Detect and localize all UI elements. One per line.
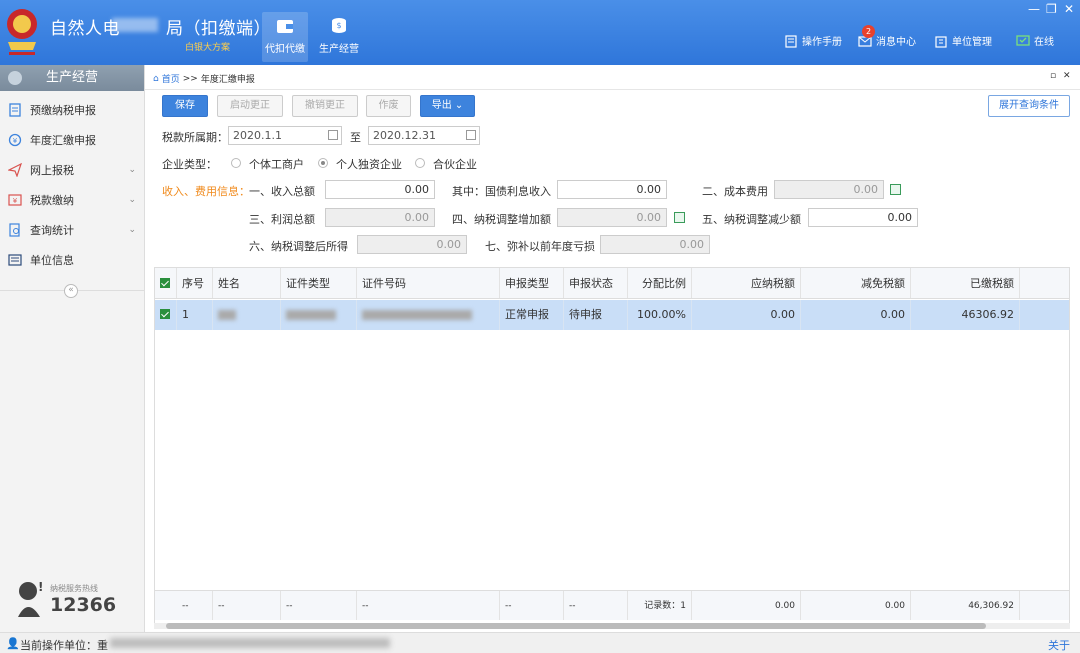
tax-pay-icon: ¥ (8, 194, 22, 206)
chevron-down-icon: ⌄ (128, 225, 136, 235)
decrease-input[interactable]: 0.00 (808, 208, 918, 227)
send-icon (8, 163, 22, 177)
sidebar-item-annual[interactable]: ¥ 年度汇缴申报 (0, 125, 144, 155)
redacted-unit (110, 638, 390, 648)
manual-link[interactable]: 操作手册 (784, 33, 842, 48)
yuan-circle-icon: ¥ (8, 133, 22, 147)
period-from-input[interactable]: 2020.1.1 (228, 126, 342, 145)
app-title: 自然人电 局（扣缴端） (50, 19, 271, 39)
user-icon: 👤 (6, 637, 20, 650)
restore-icon[interactable]: ❐ (1046, 2, 1057, 16)
panel-restore-icon[interactable]: ▫ (1050, 71, 1056, 81)
enterprise-type-label: 企业类型： (162, 158, 217, 171)
chevron-down-icon: ⌄ (128, 195, 136, 205)
unit-management-link[interactable]: 单位管理 (934, 33, 992, 48)
table-footer: -- -- -- -- -- -- 记录数：1 0.00 0.00 46,306… (155, 590, 1069, 620)
message-count-badge: 2 (862, 25, 875, 38)
redacted-text (112, 18, 158, 32)
list-icon (8, 254, 22, 266)
svg-text:¥: ¥ (13, 137, 18, 145)
radio-individual-business[interactable] (231, 158, 241, 168)
current-unit-label: 当前操作单位：重 (20, 639, 108, 652)
home-icon: ⌂ (153, 73, 159, 84)
app-subtitle: 白银大方案 (185, 43, 231, 53)
start-correction-button[interactable]: 启动更正 (217, 95, 283, 117)
cancel-correction-button[interactable]: 撤销更正 (292, 95, 358, 117)
increase-input: 0.00 (557, 208, 667, 227)
collapse-sidebar-button[interactable]: « (64, 284, 78, 298)
breadcrumb-current: 年度汇缴申报 (200, 75, 255, 85)
sidebar-item-online-tax[interactable]: 网上报税 ⌄ (0, 155, 144, 185)
svg-text:$: $ (336, 21, 341, 30)
emblem-logo-icon (7, 9, 37, 55)
about-link[interactable]: 关于 (1048, 637, 1070, 653)
main-panel: ⌂ 首页 >> 年度汇缴申报 ▫ ✕ 保存 启动更正 撤销更正 作废 导出 ⌄ … (145, 65, 1080, 632)
table-row[interactable]: 1 正常申报 待申报 100.00% 0.00 0.00 46306.92 (155, 300, 1069, 330)
hotline: ! 纳税服务热线 12366 (14, 579, 116, 619)
calendar-icon[interactable] (466, 130, 476, 140)
save-button[interactable]: 保存 (162, 95, 208, 117)
radio-sole-proprietorship[interactable] (318, 158, 328, 168)
redacted-id-type (286, 310, 336, 320)
sidebar: 生产经营 预缴纳税申报 ¥ 年度汇缴申报 网上报税 ⌄ ¥ 税款缴纳 ⌄ 查询统… (0, 65, 145, 632)
bond-interest-input[interactable]: 0.00 (557, 180, 667, 199)
expand-query-button[interactable]: 展开查询条件 (988, 95, 1070, 117)
row-checkbox[interactable] (160, 309, 170, 319)
void-button[interactable]: 作废 (366, 95, 411, 117)
record-count: 记录数：1 (628, 591, 692, 620)
nav-production-button[interactable]: $ 生产经营 (316, 12, 362, 62)
search-doc-icon (9, 223, 20, 237)
select-all-checkbox[interactable] (160, 278, 170, 288)
declaration-table: 序号 姓名 证件类型 证件号码 申报类型 申报状态 分配比例 应纳税额 减免税额… (154, 267, 1070, 627)
horizontal-scrollbar[interactable] (154, 623, 1070, 629)
period-to-input[interactable]: 2020.12.31 (368, 126, 480, 145)
period-label: 税款所属期： (162, 131, 228, 144)
online-icon (1016, 34, 1030, 46)
redacted-id-number (362, 310, 472, 320)
book-icon (785, 34, 797, 48)
export-button[interactable]: 导出 ⌄ (420, 95, 475, 117)
adjusted-income-input: 0.00 (357, 235, 467, 254)
radio-partnership[interactable] (415, 158, 425, 168)
edit-icon[interactable] (674, 212, 685, 223)
breadcrumb: ⌂ 首页 >> 年度汇缴申报 (153, 72, 255, 86)
breadcrumb-home[interactable]: 首页 (162, 72, 180, 85)
total-income-input[interactable]: 0.00 (325, 180, 435, 199)
svg-text:¥: ¥ (13, 197, 18, 205)
redacted-name (218, 310, 236, 320)
calendar-icon[interactable] (328, 130, 338, 140)
scrollbar-thumb[interactable] (166, 623, 986, 629)
phone-person-icon: ! (18, 580, 43, 617)
wallet-icon (277, 20, 293, 33)
chevron-down-icon: ⌄ (128, 165, 136, 175)
sidebar-item-prepay[interactable]: 预缴纳税申报 (0, 95, 144, 125)
income-info-label: 收入、费用信息： (162, 185, 250, 198)
sidebar-item-unit-info[interactable]: 单位信息 (0, 245, 144, 275)
gear-icon (8, 71, 22, 85)
panel-close-icon[interactable]: ✕ (1063, 71, 1071, 81)
cost-input: 0.00 (774, 180, 884, 199)
table-header: 序号 姓名 证件类型 证件号码 申报类型 申报状态 分配比例 应纳税额 减免税额… (155, 268, 1069, 299)
form-icon (9, 103, 21, 117)
chevron-down-icon: ⌄ (454, 100, 464, 111)
loss-input: 0.00 (600, 235, 710, 254)
status-bar: 👤 当前操作单位：重 关于 (0, 632, 1080, 653)
building-icon (935, 35, 947, 48)
online-status[interactable]: 在线 (1016, 33, 1054, 48)
sidebar-item-tax-payment[interactable]: ¥ 税款缴纳 ⌄ (0, 185, 144, 215)
minimize-icon[interactable]: — (1028, 2, 1040, 16)
close-icon[interactable]: ✕ (1064, 2, 1074, 16)
nav-withholding-button[interactable]: 代扣代缴 (262, 12, 308, 62)
app-header: 自然人电 局（扣缴端） 白银大方案 代扣代缴 $ 生产经营 操作手册 消息中心 2… (0, 0, 1080, 65)
edit-icon[interactable] (890, 184, 901, 195)
sidebar-header: 生产经营 (0, 65, 144, 91)
svg-text:!: ! (38, 580, 43, 594)
hotline-number: 12366 (50, 594, 117, 616)
coins-icon: $ (332, 18, 346, 33)
profit-input: 0.00 (325, 208, 435, 227)
sidebar-item-query[interactable]: 查询统计 ⌄ (0, 215, 144, 245)
